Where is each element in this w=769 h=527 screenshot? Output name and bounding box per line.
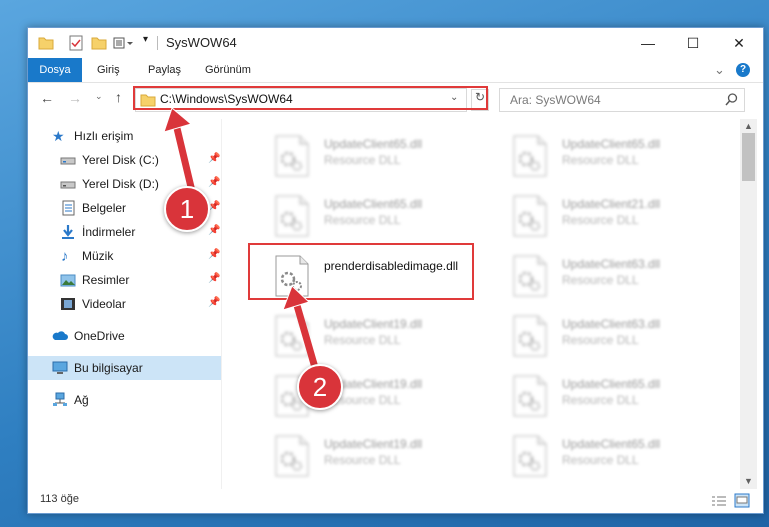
callout-badge-2: 2 (297, 364, 343, 410)
callout-arrowhead-2 (282, 285, 310, 311)
callout-arrows (163, 107, 322, 382)
callout-arrowhead-1 (163, 107, 193, 133)
callout-badge-1: 1 (164, 186, 210, 232)
